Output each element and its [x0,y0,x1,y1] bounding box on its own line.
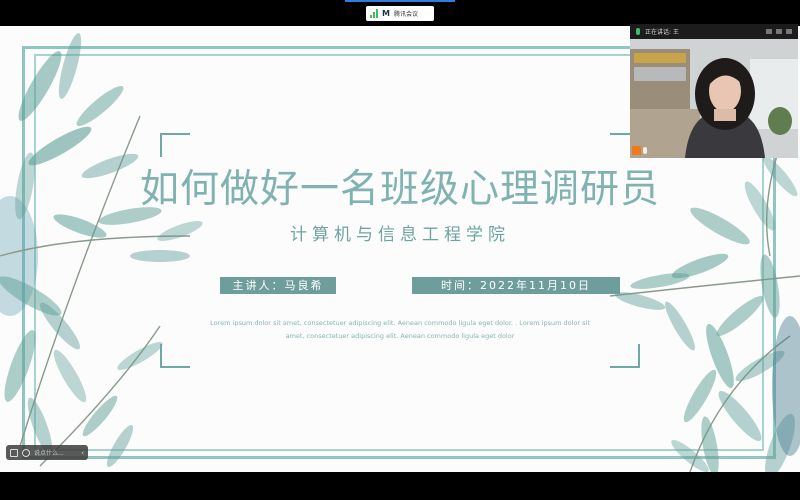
webcam-feed [630,39,798,158]
leaf [665,301,695,351]
speaker-video-panel[interactable]: 正在讲话: 王 [630,24,798,158]
app-name: 腾讯会议 [393,11,418,18]
leaf [718,390,762,442]
top-accent-line [345,0,455,2]
date-label: 时间：2022年11月10日 [412,277,620,294]
speaker-label: 主讲人：马良希 [220,277,336,294]
video-panel-controls[interactable] [766,29,792,34]
layout-icon[interactable] [776,29,782,34]
collapse-icon[interactable]: ‹ [81,449,84,457]
corner-bracket-top-left [160,133,190,157]
leaf [106,425,134,467]
user-icon [632,146,641,155]
leaf [157,221,203,241]
leaf [716,295,764,337]
meeting-info-pill[interactable]: M 腾讯会议 [366,6,434,21]
leaf [117,342,163,370]
leaf [76,85,124,127]
corner-bracket-bottom-left [160,344,190,368]
video-panel-header: 正在讲话: 王 [630,24,798,39]
meeting-top-bar: M 腾讯会议 [0,0,800,26]
slide-title: 如何做好一名班级心理调研员 [139,167,660,212]
leaf [762,155,798,197]
tencent-meeting-logo-icon: M [382,8,390,18]
mic-icon [643,147,647,154]
chat-icon[interactable] [22,448,30,457]
speaking-indicator: 正在讲话: 王 [645,29,679,36]
leaf [4,330,36,402]
leaf [53,349,87,403]
leaf [28,126,92,166]
layout-icon[interactable] [766,29,772,34]
mic-icon [636,28,640,35]
placeholder-text-line: amet, consectetuer adipiscing elit. Aene… [285,332,515,340]
leaf [760,254,780,318]
meeting-bottom-bar [0,472,800,500]
leaf [683,369,717,423]
participant-badge [632,146,649,155]
leaf [39,302,81,350]
floating-toolbar[interactable]: 说点什么... ‹ [6,445,88,460]
slide-subtitle: 计算机与信息工程学院 [290,225,510,245]
corner-bracket-bottom-right [610,344,640,368]
leaf [744,181,776,231]
more-icon[interactable] [786,29,792,34]
signal-icon [370,9,378,18]
leaf [130,250,190,262]
screen-icon[interactable] [10,448,18,457]
placeholder-text-line: Lorem ipsum dolor sit amet, consectetuer… [210,319,590,327]
chat-input[interactable]: 说点什么... [34,448,77,457]
